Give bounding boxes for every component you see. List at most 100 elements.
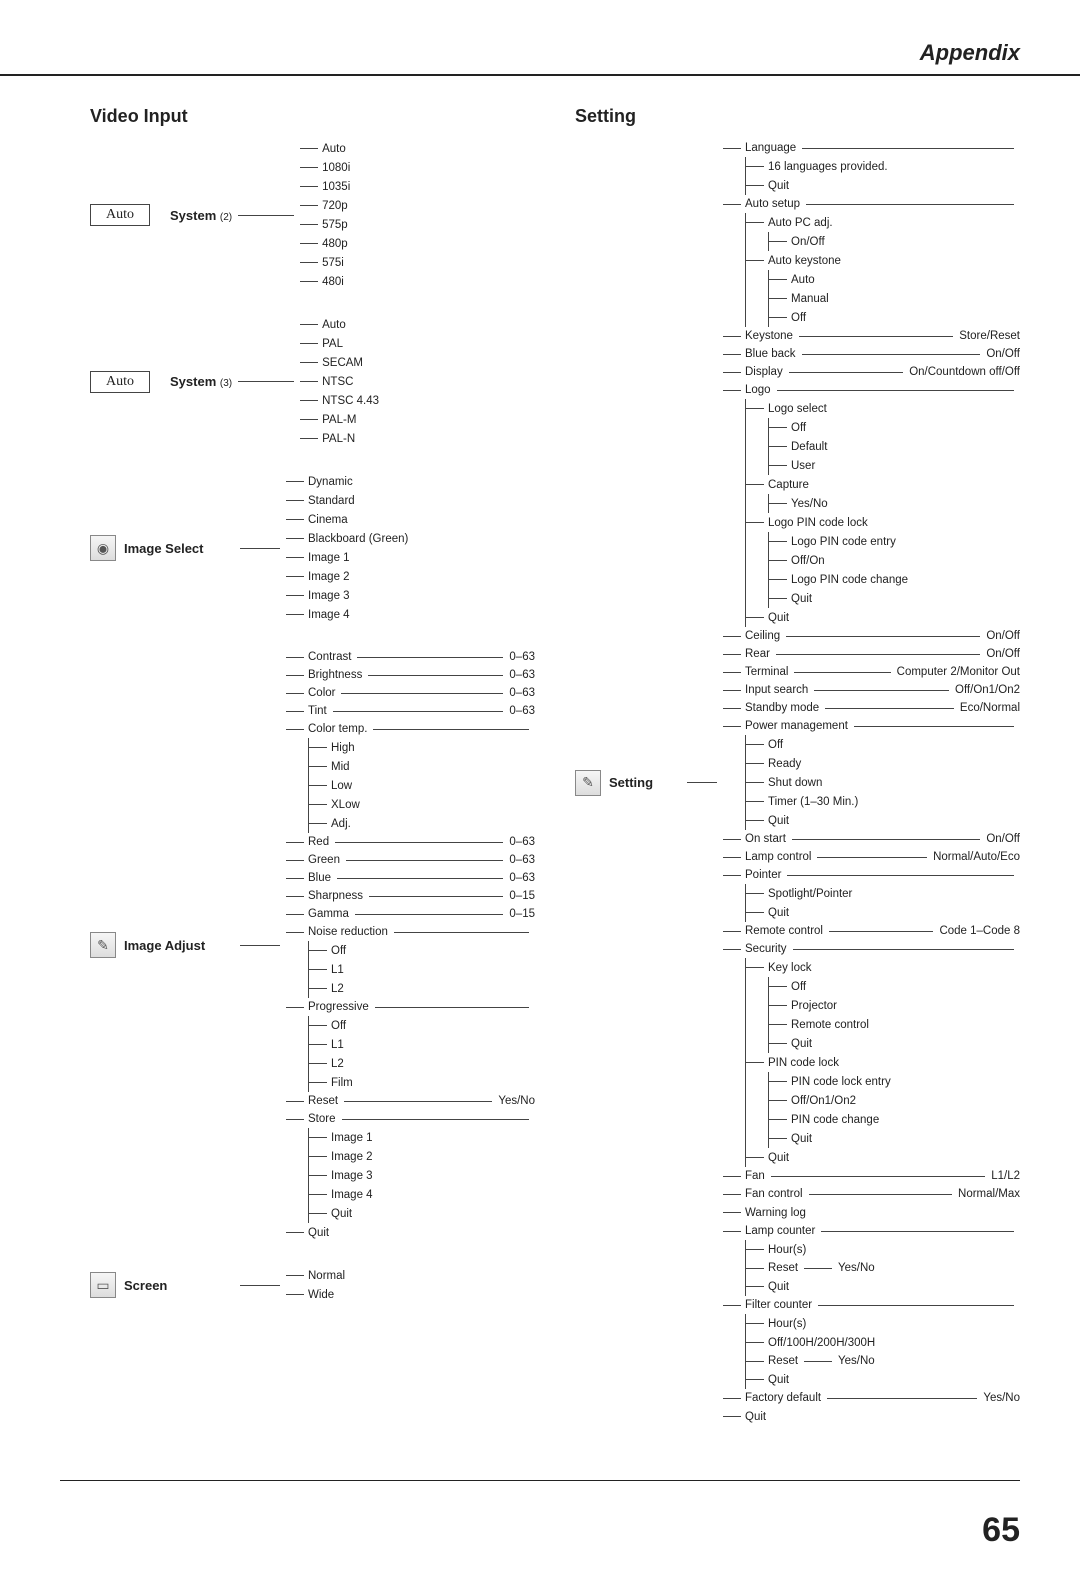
tree-value: 0–15	[509, 905, 535, 923]
tree-item: L2	[331, 1058, 344, 1070]
tree-item: Image 3	[308, 590, 350, 602]
tree-item: 575p	[322, 219, 348, 231]
tree-item: Auto	[322, 319, 346, 331]
tree-item: Image 1	[308, 552, 350, 564]
tree-item: Rear	[745, 645, 770, 663]
setting-tree: Language 16 languages provided. Quit Aut…	[723, 139, 1020, 1426]
tree-item: Standby mode	[745, 699, 819, 717]
image-select-block: ◉ Image Select Dynamic Standard Cinema B…	[90, 472, 535, 624]
columns: Video Input Auto System (2) Auto 1080i 1…	[0, 106, 1080, 1450]
tree-item: Sharpness	[308, 887, 363, 905]
tree-item: Off	[331, 945, 346, 957]
tree-item: Color	[308, 684, 335, 702]
tree-item: Image 4	[308, 609, 350, 621]
tree-item: 16 languages provided.	[768, 161, 888, 173]
tree-item: L1	[331, 1039, 344, 1051]
tree-item: Off/On	[791, 555, 825, 567]
video-input-title: Video Input	[90, 106, 535, 127]
tree-value: Store/Reset	[959, 327, 1020, 345]
tree-item: Keystone	[745, 327, 793, 345]
image-adjust-label: Image Adjust	[124, 938, 234, 953]
tree-item: Auto	[791, 274, 815, 286]
tree-item: Low	[331, 780, 352, 792]
system2-suffix: (2)	[220, 212, 232, 223]
tree-item: Quit	[768, 1374, 789, 1386]
tree-item: Factory default	[745, 1389, 821, 1407]
tree-item: Quit	[791, 1038, 812, 1050]
system2-label: System (2)	[170, 208, 232, 223]
tree-item: Power management	[745, 717, 848, 735]
tree-item: Blue back	[745, 345, 796, 363]
tree-item: Hour(s)	[768, 1244, 806, 1256]
tree-item: 720p	[322, 200, 348, 212]
tree-value: On/Off	[986, 645, 1020, 663]
tree-item: Logo PIN code entry	[791, 536, 896, 548]
tree-item: Off	[331, 1020, 346, 1032]
tree-item: Timer (1–30 Min.)	[768, 796, 858, 808]
tree-value: Yes/No	[498, 1092, 535, 1110]
image-adjust-icon: ✎	[90, 932, 116, 958]
tree-item: Quit	[791, 1133, 812, 1145]
tree-item: Quit	[745, 1411, 766, 1423]
tree-item: Adj.	[331, 818, 351, 830]
tree-item: Lamp counter	[745, 1222, 815, 1240]
tree-item: Logo select	[768, 403, 827, 415]
tree-value: Yes/No	[838, 1352, 875, 1370]
tree-item: Display	[745, 363, 783, 381]
tree-value: 0–63	[509, 684, 535, 702]
tree-item: L1	[331, 964, 344, 976]
tree-item: Progressive	[308, 998, 369, 1016]
tree-item: Logo PIN code lock	[768, 517, 868, 529]
tree-item: 1080i	[322, 162, 350, 174]
tree-item: Quit	[768, 180, 789, 192]
tree-item: 480p	[322, 238, 348, 250]
tree-item: Quit	[768, 612, 789, 624]
tree-item: Default	[791, 441, 827, 453]
tree-item: Normal	[308, 1270, 345, 1282]
tree-value: 0–63	[509, 648, 535, 666]
tree-value: 0–63	[509, 702, 535, 720]
setting-column: Setting ✎ Setting Language 16 languages …	[575, 106, 1020, 1450]
image-select-tree: Dynamic Standard Cinema Blackboard (Gree…	[286, 472, 535, 624]
system3-chip: Auto	[90, 371, 150, 393]
tree-item: Image 1	[331, 1132, 373, 1144]
tree-item: Wide	[308, 1289, 334, 1301]
tree-item: Gamma	[308, 905, 349, 923]
system3-label: System (3)	[170, 374, 232, 389]
system3-tree: Auto PAL SECAM NTSC NTSC 4.43 PAL-M PAL-…	[300, 315, 535, 448]
tree-value: Computer 2/Monitor Out	[897, 663, 1020, 681]
screen-tree: Normal Wide	[286, 1266, 535, 1304]
system2-block: Auto System (2) Auto 1080i 1035i 720p 57…	[90, 139, 535, 291]
tree-item: Off	[791, 312, 806, 324]
tree-item: Quit	[791, 593, 812, 605]
tree-value: On/Off	[986, 830, 1020, 848]
tree-item: 575i	[322, 257, 344, 269]
system2-label-text: System	[170, 208, 216, 223]
tree-item: Remote control	[791, 1019, 869, 1031]
video-input-column: Video Input Auto System (2) Auto 1080i 1…	[90, 106, 535, 1450]
tree-item: Reset	[768, 1259, 798, 1277]
tree-item: Quit	[308, 1227, 329, 1239]
tree-item: Quit	[768, 1281, 789, 1293]
tree-item: Auto keystone	[768, 255, 841, 267]
tree-item: Manual	[791, 293, 829, 305]
tree-item: Image 2	[331, 1151, 373, 1163]
tree-item: PIN code lock	[768, 1057, 839, 1069]
tree-item: Blue	[308, 869, 331, 887]
page-number: 65	[0, 1511, 1080, 1550]
tree-item: Filter counter	[745, 1296, 812, 1314]
tree-item: Green	[308, 851, 340, 869]
system3-block: Auto System (3) Auto PAL SECAM NTSC NTSC…	[90, 315, 535, 448]
tree-item: Mid	[331, 761, 350, 773]
tree-item: PAL-N	[322, 433, 355, 445]
tree-item: Quit	[768, 815, 789, 827]
tree-item: Logo PIN code change	[791, 574, 908, 586]
tree-value: L1/L2	[991, 1167, 1020, 1185]
tree-item: Reset	[308, 1092, 338, 1110]
screen-icon: ▭	[90, 1272, 116, 1298]
screen-label: Screen	[124, 1278, 234, 1293]
screen-block: ▭ Screen Normal Wide	[90, 1266, 535, 1304]
image-select-label: Image Select	[124, 541, 234, 556]
tree-item: XLow	[331, 799, 360, 811]
tree-item: Yes/No	[791, 498, 828, 510]
